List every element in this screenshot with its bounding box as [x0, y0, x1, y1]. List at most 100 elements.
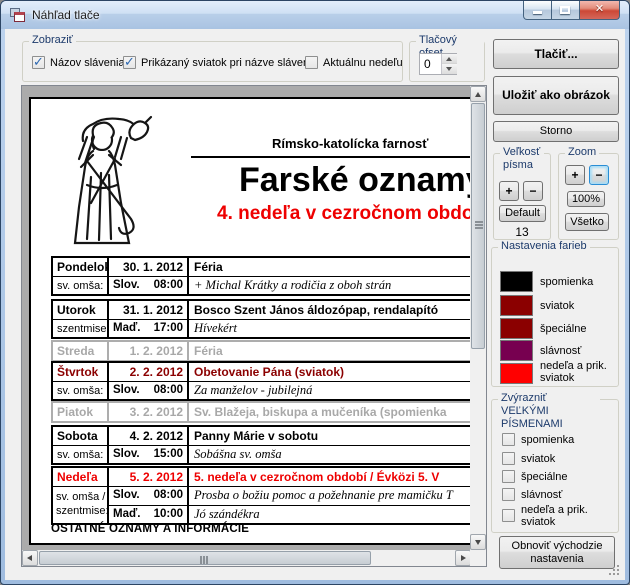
color-label-nedela: nedeľa a prik. sviatok [540, 360, 610, 384]
day-title: Sv. Blažeja, biskupa a mučeníka (spomien… [189, 403, 487, 421]
zoom-fit-all-button[interactable]: Všetko [565, 213, 609, 231]
mass-intention: Prosba o božiu pomoc a požehnanie pre ma… [189, 487, 487, 505]
font-size-value: 13 [494, 225, 550, 239]
scroll-right-button[interactable] [455, 550, 471, 566]
save-as-image-button[interactable]: Uložiť ako obrázok [493, 76, 619, 115]
day-date: 3. 2. 2012 [109, 403, 189, 421]
uppercase-label-slavnost[interactable]: slávnosť [521, 489, 562, 501]
mass-intention: Sobášna sv. omša [189, 446, 487, 463]
spinner-down-icon [446, 67, 452, 71]
day-date: 5. 2. 2012 [109, 468, 189, 486]
font-size-increase-button[interactable]: + [499, 181, 519, 201]
uppercase-checkbox-spomienka[interactable] [502, 433, 515, 446]
spinner-up-button[interactable] [442, 54, 457, 64]
day-title: Bosco Szent János áldozópap, rendalapító [189, 301, 487, 319]
mass-label: sv. omša: [53, 277, 109, 294]
show-group-label: Zobraziť [29, 34, 76, 47]
zoom-100-button[interactable]: 100% [567, 191, 605, 207]
vertical-scroll-thumb[interactable] [471, 103, 485, 349]
app-icon [10, 8, 26, 23]
color-swatch-specialne[interactable] [500, 318, 533, 339]
mass-time: 08:00 [154, 384, 183, 399]
day-date: 2. 2. 2012 [109, 363, 189, 381]
scroll-up-button[interactable] [470, 86, 486, 102]
checkbox-aktualna-nedela[interactable] [305, 56, 318, 69]
scroll-down-icon [475, 540, 481, 545]
checkbox-prikazany-sviatok-label[interactable]: Prikázaný sviatok pri názve slávenia [141, 57, 318, 69]
color-label-slavnost: slávnosť [540, 345, 581, 357]
schedule-block-nedela: Nedeľa 5. 2. 2012 5. nedeľa v cezročnom … [51, 466, 487, 525]
checkbox-nazov-slavenia-label[interactable]: Názov slávenia [50, 57, 125, 69]
mass-intention: Jó szándékra [189, 506, 487, 523]
uppercase-label-spomienka[interactable]: spomienka [521, 434, 574, 446]
zoom-in-button[interactable]: + [565, 165, 585, 185]
print-button[interactable]: Tlačiť... [493, 39, 619, 69]
horizontal-scroll-thumb[interactable] [39, 551, 371, 565]
schedule-block-utorok: Utorok 31. 1. 2012 Bosco Szent János áld… [51, 299, 487, 339]
zoom-group-label: Zoom [565, 146, 599, 159]
uppercase-label-sviatok[interactable]: sviatok [521, 453, 555, 465]
titlebar[interactable]: Náhľad tlače ✕ [1, 1, 629, 29]
uppercase-checkbox-sviatok[interactable] [502, 452, 515, 465]
print-offset-spinner[interactable]: 0 [419, 53, 457, 75]
day-title: Obetovanie Pána (sviatok) [189, 363, 487, 381]
parish-name: Rímsko-katolícka farnosť [272, 136, 429, 151]
day-date: 31. 1. 2012 [109, 301, 189, 319]
schedule-block-piatok: Piatok 3. 2. 2012 Sv. Blažeja, biskupa a… [51, 401, 487, 423]
reset-defaults-button[interactable]: Obnoviť východzie nastavenia [499, 536, 615, 569]
color-swatch-slavnost[interactable] [500, 340, 533, 361]
color-swatch-sviatok[interactable] [500, 295, 533, 316]
mass-intention: + Michal Krátky a rodičia z oboh strán [189, 277, 487, 294]
spinner-up-icon [446, 57, 452, 61]
zoom-out-button[interactable]: − [589, 165, 609, 185]
preview-page: Rímsko-katolícka farnosť Farské oznamy 4… [29, 97, 487, 545]
day-title: 5. nedeľa v cezročnom období / Évközi 5.… [189, 468, 487, 486]
color-settings-group: Nastavenia farieb spomienka sviatok špec… [491, 247, 619, 387]
uppercase-checkbox-nedela[interactable] [502, 509, 515, 522]
mass-lang: Maď. [113, 322, 140, 337]
maximize-button[interactable] [552, 1, 579, 20]
day-title: Féria [189, 342, 487, 360]
uppercase-checkbox-slavnost[interactable] [502, 488, 515, 501]
uppercase-checkbox-specialne[interactable] [502, 470, 515, 483]
preview-panel: Rímsko-katolícka farnosť Farské oznamy 4… [21, 85, 487, 567]
font-size-decrease-button[interactable]: − [523, 181, 543, 201]
day-title: Panny Márie v sobotu [189, 427, 487, 445]
font-size-default-button[interactable]: Default [499, 205, 546, 222]
checkbox-nazov-slavenia[interactable] [32, 56, 45, 69]
spinner-down-button[interactable] [442, 64, 457, 74]
vertical-scrollbar[interactable] [470, 86, 486, 550]
cancel-button[interactable]: Storno [493, 121, 619, 142]
schedule-block-streda: Streda 1. 2. 2012 Féria [51, 340, 487, 362]
uppercase-label-specialne[interactable]: špeciálne [521, 471, 567, 483]
mass-label: szentmise: [53, 320, 109, 337]
other-announcements-heading: OSTATNÉ OZNAMY A INFORMÁCIE [51, 523, 249, 535]
minimize-icon [533, 11, 542, 14]
thumb-grip-icon [475, 221, 483, 223]
day-name: Streda [53, 342, 109, 360]
close-button[interactable]: ✕ [579, 1, 620, 20]
color-swatch-nedela[interactable] [500, 363, 533, 384]
resize-grip[interactable] [609, 565, 619, 575]
color-settings-label: Nastavenia farieb [498, 240, 590, 253]
mass-label: sv. omša: [53, 382, 109, 399]
uppercase-label-nedela[interactable]: nedeľa a prik. sviatok [521, 504, 593, 528]
minimize-button[interactable] [523, 1, 552, 20]
day-name: Utorok [53, 301, 109, 319]
color-swatch-spomienka[interactable] [500, 271, 533, 292]
uppercase-group-label: Zvýrazniť VEĽKÝMI PÍSMENAMI [498, 392, 600, 431]
day-date: 1. 2. 2012 [109, 342, 189, 360]
zoom-group: Zoom + − 100% Všetko [558, 153, 619, 240]
color-label-sviatok: sviatok [540, 300, 574, 312]
day-date: 30. 1. 2012 [109, 258, 189, 276]
horizontal-scrollbar[interactable] [22, 550, 471, 566]
mass-time: 17:00 [154, 322, 183, 337]
mass-lang: Slov. [113, 279, 140, 294]
scroll-left-icon [27, 555, 32, 561]
scroll-down-button[interactable] [470, 534, 486, 550]
scroll-left-button[interactable] [22, 550, 38, 566]
document-subtitle: 4. nedeľa v cezročnom období [217, 203, 487, 225]
checkbox-aktualna-nedela-label[interactable]: Aktuálnu nedeľu [323, 57, 403, 69]
checkbox-prikazany-sviatok[interactable] [123, 56, 136, 69]
print-offset-value: 0 [424, 57, 431, 71]
